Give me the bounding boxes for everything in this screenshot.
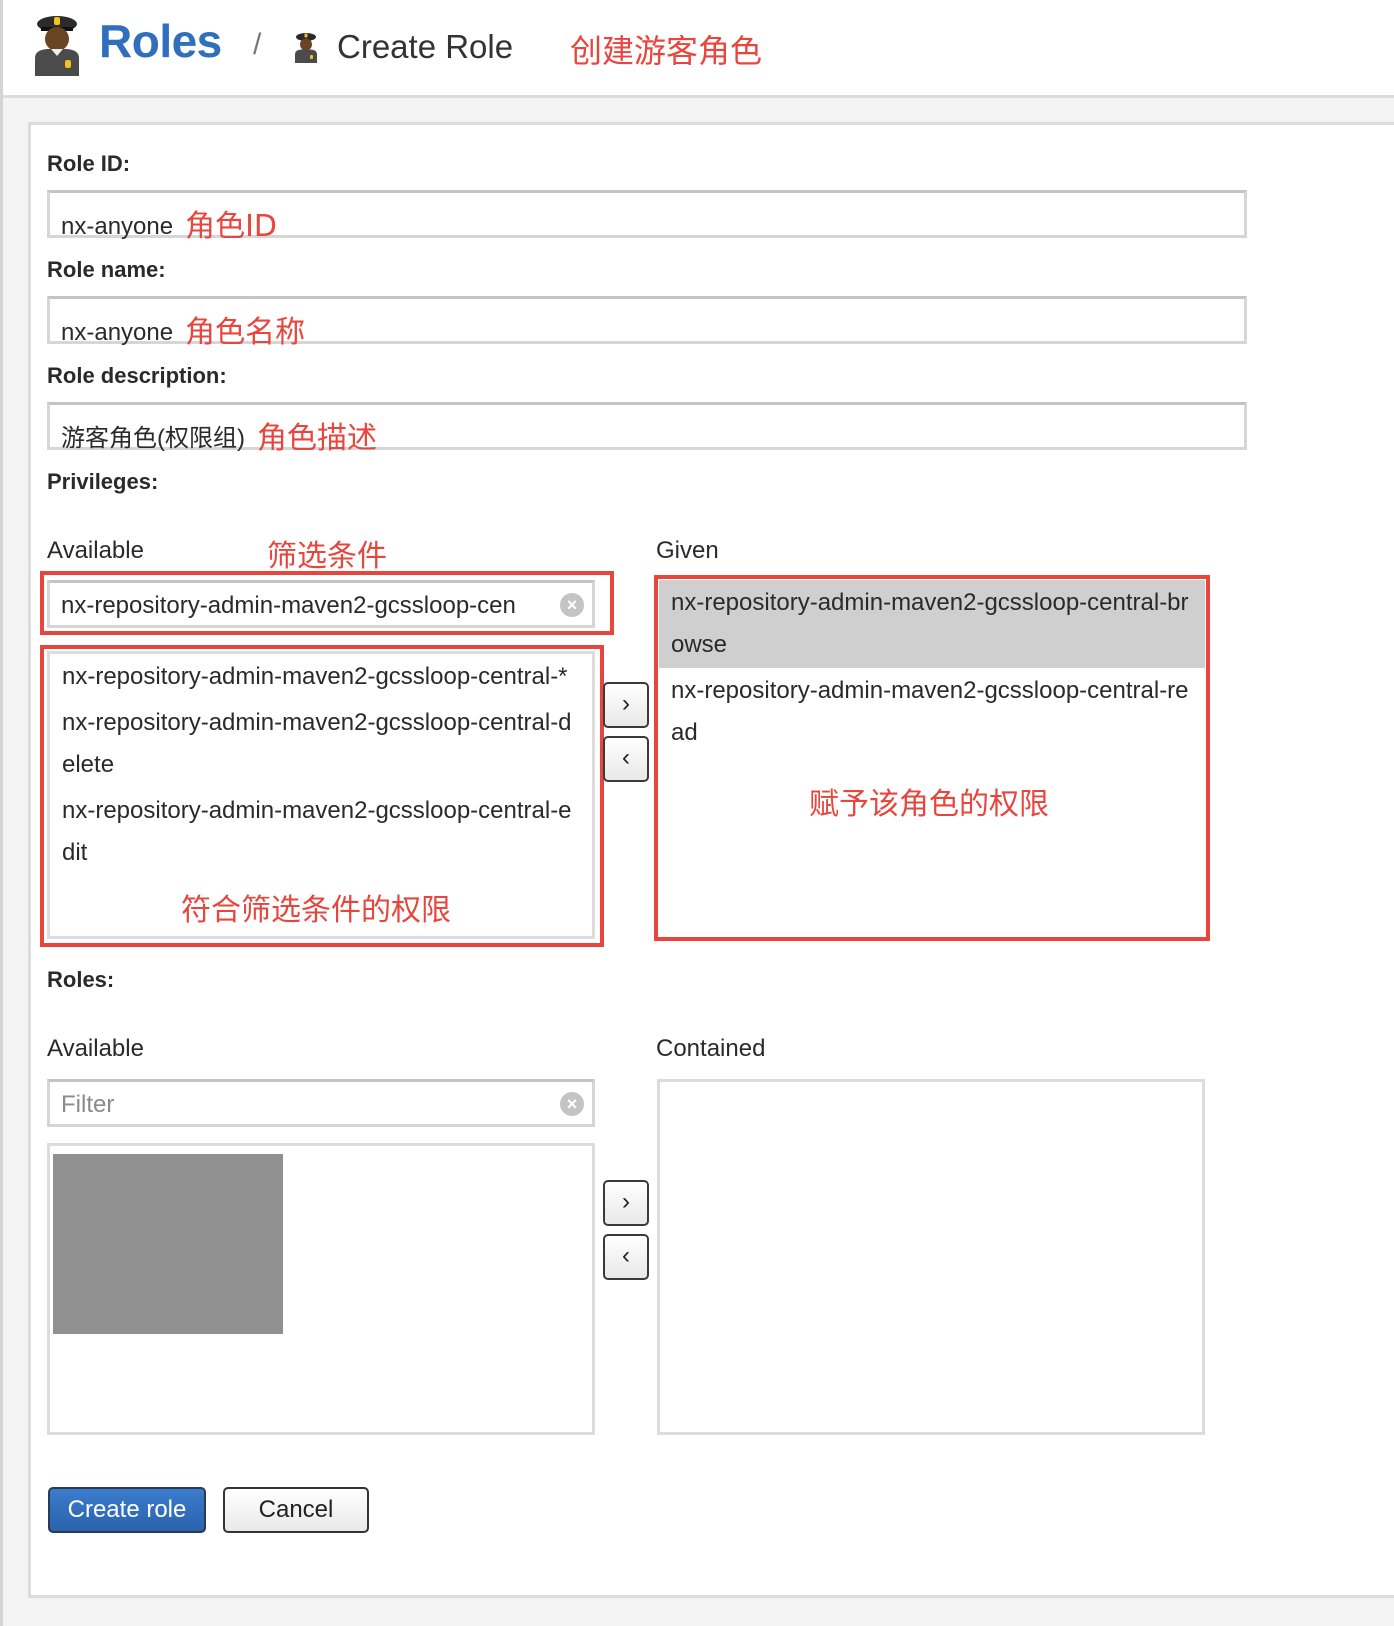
chevron-right-icon: › xyxy=(622,1188,630,1215)
role-description-label: Role description: xyxy=(47,363,227,388)
role-id-field[interactable]: nx-anyone 角色ID xyxy=(47,190,1247,244)
privileges-given-list[interactable]: nx-repository-admin-maven2-gcssloop-cent… xyxy=(659,580,1205,936)
role-name-value: nx-anyone xyxy=(61,319,174,346)
roles-contained-list[interactable] xyxy=(657,1079,1205,1435)
roles-contained-label: Contained xyxy=(656,1035,766,1062)
privileges-filter-value: nx-repository-admin-maven2-gcssloop-cen xyxy=(61,592,516,619)
breadcrumb-current: Create Role xyxy=(337,28,514,65)
roles-available-list[interactable] xyxy=(47,1143,595,1435)
annotation-create-guest-role: 创建游客角色 xyxy=(570,32,763,70)
list-item[interactable]: nx-repository-admin-maven2-gcssloop-cent… xyxy=(50,700,592,788)
cancel-button[interactable]: Cancel xyxy=(223,1487,369,1533)
list-item[interactable]: nx-repository-admin-maven2-gcssloop-cent… xyxy=(659,668,1205,756)
roles-available-label: Available xyxy=(47,1035,144,1062)
clear-filter-icon[interactable]: × xyxy=(560,1092,584,1116)
role-id-label: Role ID: xyxy=(47,151,131,176)
privilege-move-right-button[interactable]: › xyxy=(603,682,649,728)
privilege-move-left-button[interactable]: ‹ xyxy=(603,736,649,782)
annotation-granted-privileges: 赋予该角色的权限 xyxy=(809,787,1049,822)
create-role-form: Role ID: nx-anyone 角色ID Role name: nx-any… xyxy=(28,122,1394,1598)
roles-filter-placeholder: Filter xyxy=(61,1091,115,1118)
annotation-role-description: 角色描述 xyxy=(256,421,377,456)
role-move-left-button[interactable]: ‹ xyxy=(603,1234,649,1280)
role-move-right-button[interactable]: › xyxy=(603,1180,649,1226)
roles-label: Roles: xyxy=(47,967,115,992)
annotation-role-id: 角色ID xyxy=(185,209,278,244)
annotation-filter-condition: 筛选条件 xyxy=(267,539,387,574)
annotation-matching-privileges: 符合筛选条件的权限 xyxy=(181,893,451,928)
roles-filter-input[interactable]: Filter × xyxy=(47,1079,595,1127)
redacted-placeholder-block xyxy=(53,1154,283,1334)
list-item[interactable]: nx-repository-admin-maven2-gcssloop-cent… xyxy=(50,654,592,700)
role-id-value: nx-anyone xyxy=(61,213,174,240)
chevron-left-icon: ‹ xyxy=(622,744,630,771)
privileges-available-label: Available xyxy=(47,537,144,564)
breadcrumb-separator: / xyxy=(253,28,262,61)
privileges-label: Privileges: xyxy=(47,469,159,494)
create-role-button[interactable]: Create role xyxy=(48,1487,206,1533)
police-officer-role-icon xyxy=(295,33,317,63)
chevron-left-icon: ‹ xyxy=(622,1242,630,1269)
role-name-field[interactable]: nx-anyone 角色名称 xyxy=(47,296,1247,350)
clear-filter-icon[interactable]: × xyxy=(560,593,584,617)
page-header: Roles / Create Role 创建游客角色 xyxy=(3,0,1394,98)
role-description-value: 游客角色(权限组) xyxy=(61,425,245,452)
role-description-field[interactable]: 游客角色(权限组) 角色描述 xyxy=(47,402,1247,456)
privileges-given-label: Given xyxy=(656,537,719,564)
role-name-label: Role name: xyxy=(47,257,166,282)
list-item-selected[interactable]: nx-repository-admin-maven2-gcssloop-cent… xyxy=(659,580,1205,668)
list-item[interactable]: nx-repository-admin-maven2-gcssloop-cent… xyxy=(50,788,592,876)
annotation-role-name: 角色名称 xyxy=(185,315,306,350)
privileges-filter-input[interactable]: nx-repository-admin-maven2-gcssloop-cen … xyxy=(47,580,595,628)
police-officer-role-icon xyxy=(35,16,79,76)
page-title[interactable]: Roles xyxy=(99,14,222,68)
chevron-right-icon: › xyxy=(622,690,630,717)
